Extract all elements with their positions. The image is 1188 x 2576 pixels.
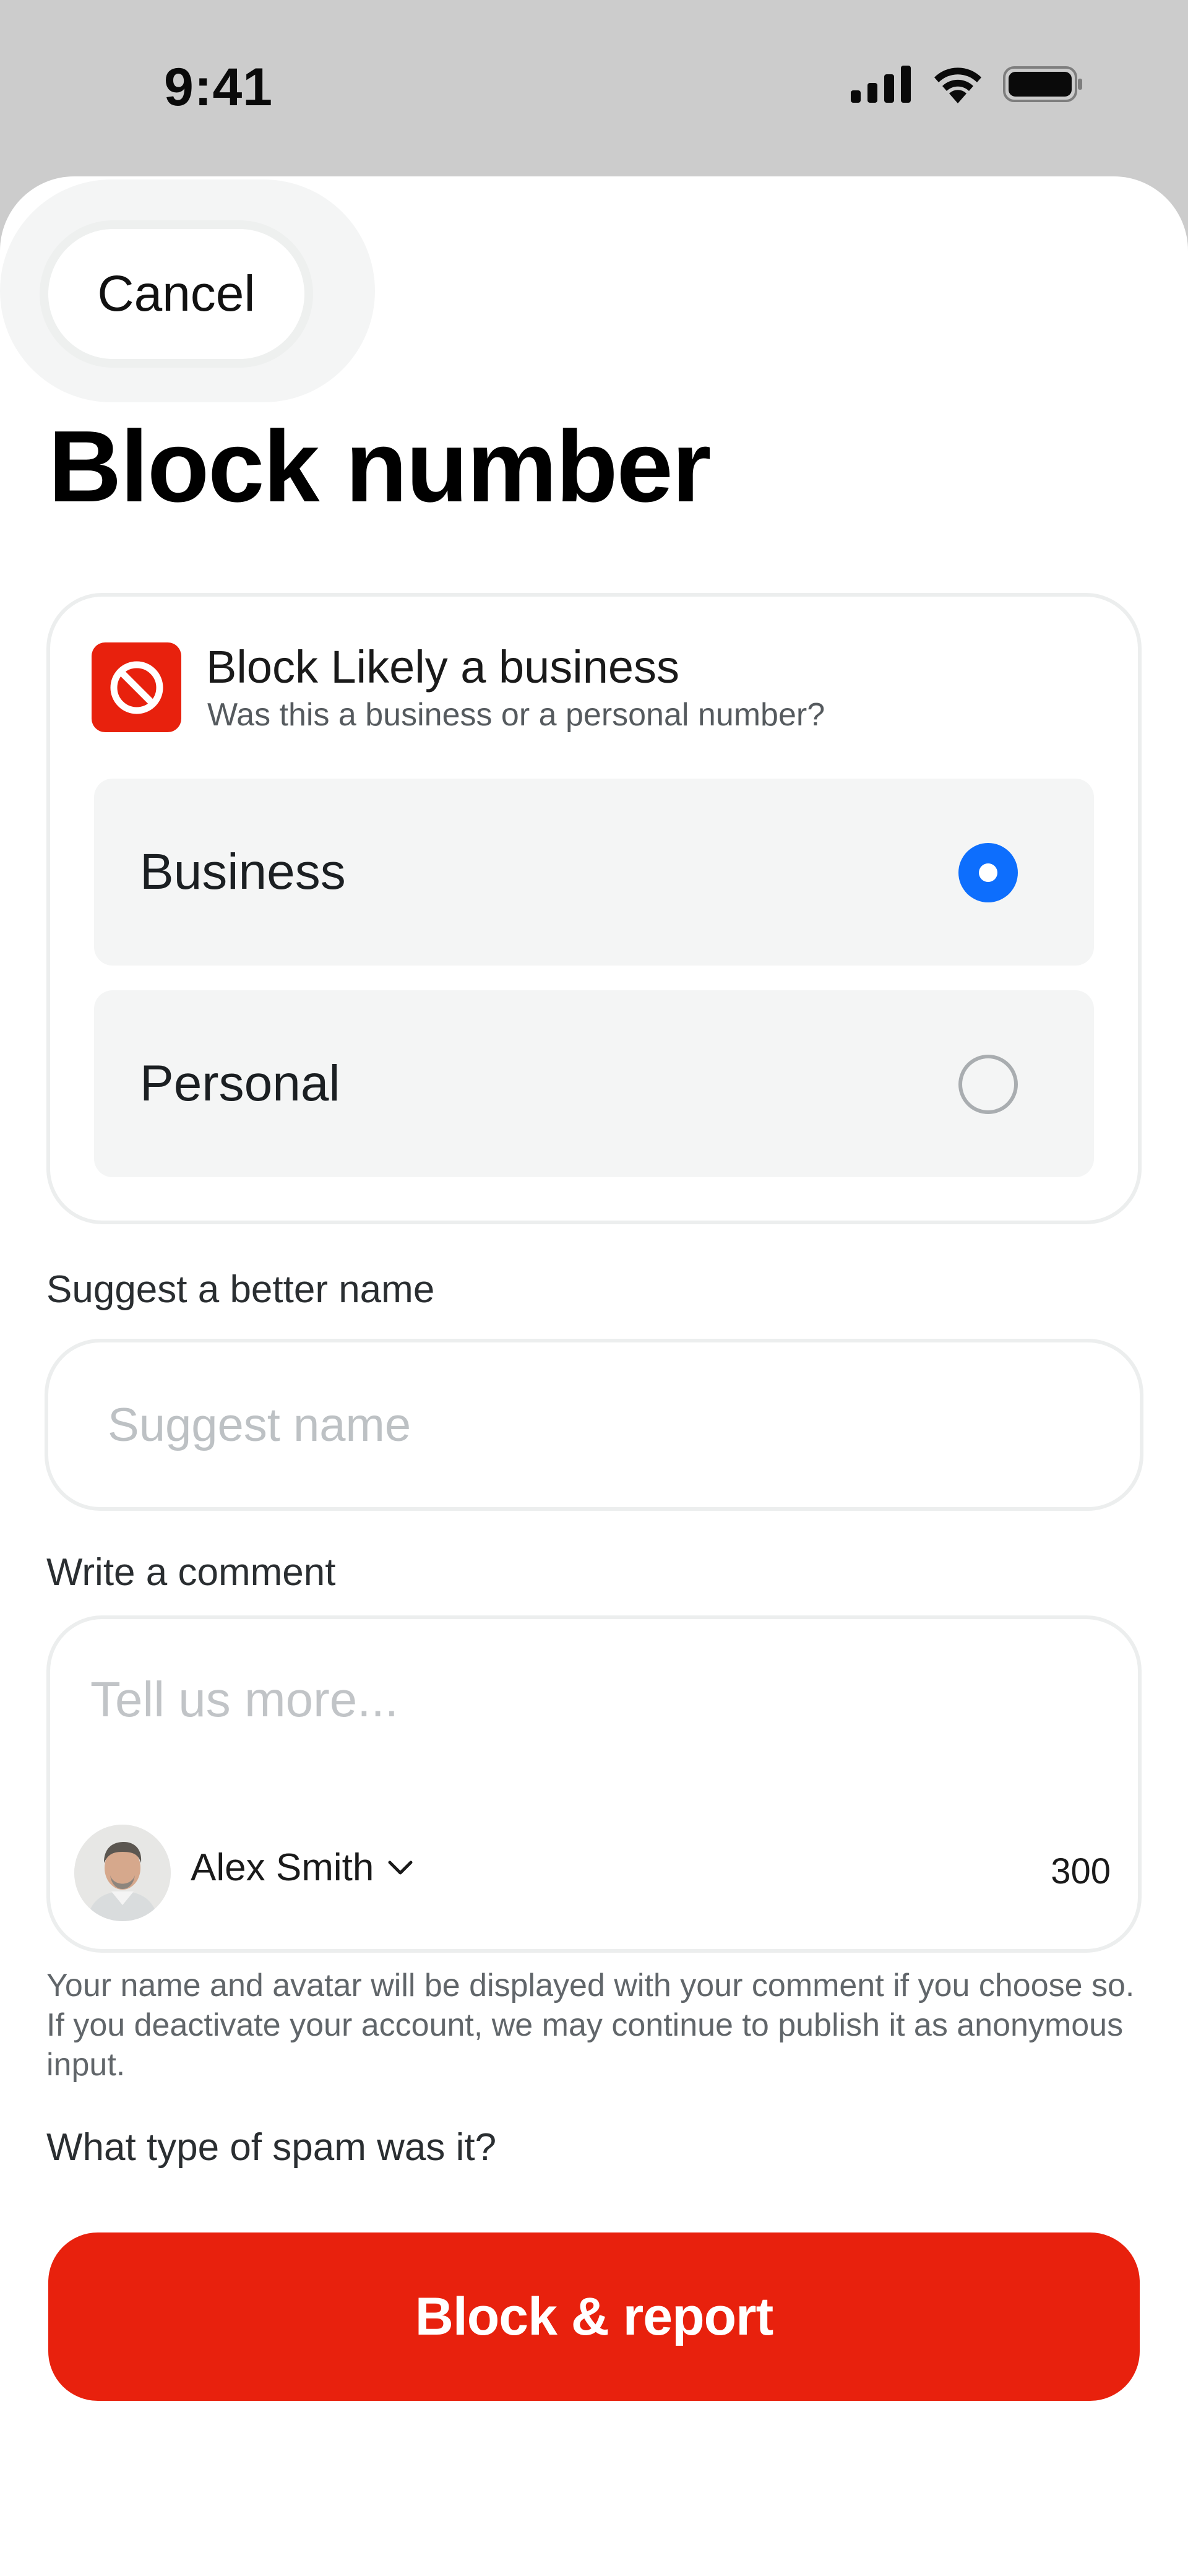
comment-box (46, 1615, 1142, 1953)
comment-label: Write a comment (46, 1551, 336, 1594)
page-title: Block number (48, 410, 712, 523)
author-name: Alex Smith (191, 1846, 374, 1889)
cellular-signal-icon (851, 66, 911, 103)
card-subheading: Was this a business or a personal number… (207, 697, 825, 733)
block-report-button[interactable]: Block & report (48, 2232, 1140, 2401)
chevron-down-icon (388, 1861, 413, 1874)
suggest-name-label: Suggest a better name (46, 1268, 435, 1311)
spam-type-question: What type of spam was it? (46, 2126, 497, 2169)
comment-disclaimer: Your name and avatar will be displayed w… (46, 1968, 1135, 2083)
status-time: 9:41 (164, 58, 273, 117)
suggest-name-input[interactable] (45, 1339, 1143, 1511)
option-label: Personal (140, 1055, 340, 1112)
avatar (74, 1825, 171, 1921)
card-heading: Block Likely a business (206, 641, 680, 693)
option-label: Business (140, 844, 346, 900)
status-bar: 9:41 (0, 0, 1188, 176)
wifi-icon (934, 67, 981, 103)
radio-unselected-icon[interactable] (958, 1055, 1018, 1114)
author-selector[interactable]: Alex Smith (191, 1846, 413, 1890)
battery-icon (1003, 66, 1082, 102)
character-count: 300 (1051, 1851, 1111, 1891)
comment-textarea[interactable] (90, 1671, 1093, 1758)
option-business[interactable]: Business (94, 779, 1094, 966)
cancel-button[interactable]: Cancel (48, 229, 304, 359)
radio-selected-icon[interactable] (958, 843, 1018, 902)
block-icon (92, 642, 181, 732)
option-personal[interactable]: Personal (94, 990, 1094, 1177)
status-icons (851, 65, 1083, 103)
